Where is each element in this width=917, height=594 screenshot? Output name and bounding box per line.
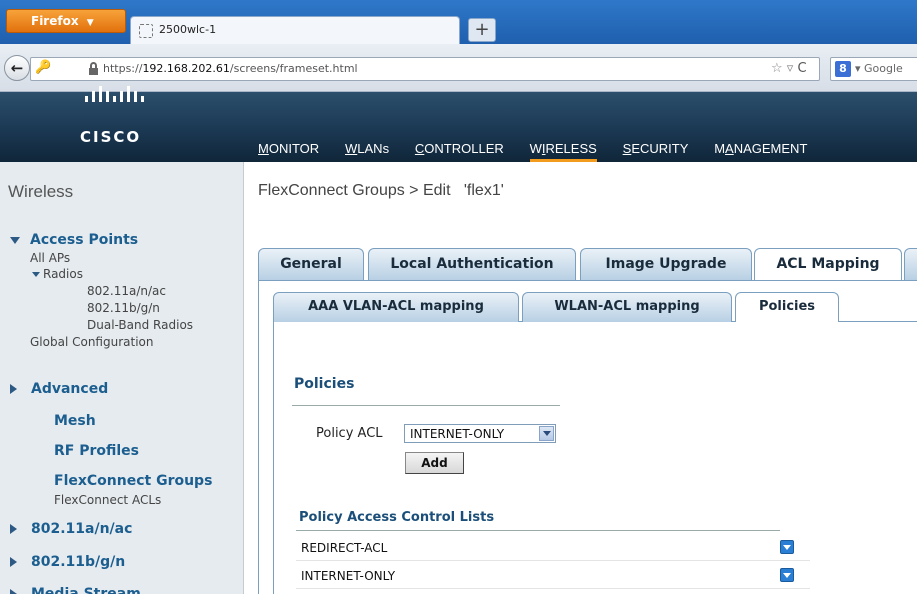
url-bar[interactable]: 🔑 https://192.168.202.61/screens/framese… xyxy=(30,57,820,81)
chevron-down-icon: ▼ xyxy=(86,18,94,28)
site-identity-icon[interactable]: 🔑 xyxy=(35,60,51,75)
sidebar-item-all-aps[interactable]: All APs xyxy=(30,251,70,265)
expand-right-icon xyxy=(10,589,17,594)
search-placeholder: Google xyxy=(864,62,903,75)
cisco-header: CISCO MONITOR WLANs CONTROLLER WIRELESS … xyxy=(0,86,917,162)
page-favicon-icon xyxy=(139,24,153,38)
sidebar-item-radio-80211bgn[interactable]: 802.11b/g/n xyxy=(87,301,160,315)
nav-controller[interactable]: CONTROLLER xyxy=(415,140,504,162)
browser-tab[interactable]: 2500wlc-1 xyxy=(130,16,460,44)
sidebar-item-advanced[interactable]: Advanced xyxy=(10,381,108,397)
sidebar-item-80211anac[interactable]: 802.11a/n/ac xyxy=(10,521,132,537)
policy-acl-selected-value: INTERNET-ONLY xyxy=(410,427,505,441)
search-engine-label: ▾ Google xyxy=(855,62,903,75)
acl-name: INTERNET-ONLY xyxy=(301,569,396,583)
firefox-menu-label: Firefox xyxy=(31,14,79,28)
reload-icon[interactable]: C xyxy=(797,61,806,76)
expand-right-icon xyxy=(10,384,17,394)
nav-security[interactable]: SECURITY xyxy=(623,140,689,162)
arrow-left-icon: ← xyxy=(10,59,24,77)
policy-acl-label: Policy ACL xyxy=(316,426,383,441)
sidebar-item-global-configuration[interactable]: Global Configuration xyxy=(30,335,153,349)
nav-wlans[interactable]: WLANs xyxy=(345,140,389,162)
url-host: 192.168.202.61 xyxy=(142,62,230,75)
search-box[interactable]: 8 ▾ Google xyxy=(830,57,917,81)
nav-wireless[interactable]: WIRELESS xyxy=(529,140,597,162)
sidebar-item-mesh[interactable]: Mesh xyxy=(54,413,96,429)
url-prefix: https:// xyxy=(103,62,143,75)
new-tab-button[interactable]: + xyxy=(468,18,496,42)
url-text[interactable]: https://192.168.202.61/screens/frameset.… xyxy=(103,62,358,75)
tab-acl-mapping[interactable]: ACL Mapping xyxy=(754,248,902,280)
bookmark-star-icon[interactable]: ☆ xyxy=(771,61,783,76)
expand-right-icon xyxy=(10,557,17,567)
sidebar-title: Wireless xyxy=(8,182,74,201)
sidebar-item-80211bgn[interactable]: 802.11b/g/n xyxy=(10,554,125,570)
browser-navigation-bar: ← 🔑 https://192.168.202.61/screens/frame… xyxy=(0,44,917,92)
sidebar-item-dual-band-radios[interactable]: Dual-Band Radios xyxy=(87,318,193,332)
subtab-aaa-vlan-acl-mapping[interactable]: AAA VLAN-ACL mapping xyxy=(273,292,519,322)
browser-tab-strip: Firefox ▼ 2500wlc-1 + xyxy=(0,0,917,44)
tab-image-upgrade[interactable]: Image Upgrade xyxy=(580,248,752,280)
tab-general[interactable]: General xyxy=(258,248,364,280)
sidebar-item-rf-profiles[interactable]: RF Profiles xyxy=(54,443,139,459)
table-row: INTERNET-ONLY xyxy=(296,561,810,589)
policy-acl-list-title: Policy Access Control Lists xyxy=(299,510,495,525)
sidebar-item-flexconnect-acls[interactable]: FlexConnect ACLs xyxy=(54,493,161,507)
sidebar-item-flexconnect-groups[interactable]: FlexConnect Groups xyxy=(54,473,212,489)
expand-right-icon xyxy=(10,524,17,534)
sub-tabs: AAA VLAN-ACL mapping WLAN-ACL mapping Po… xyxy=(273,292,917,322)
policy-acl-select[interactable]: INTERNET-ONLY xyxy=(404,424,556,443)
firefox-menu-button[interactable]: Firefox ▼ xyxy=(6,9,126,33)
add-button[interactable]: Add xyxy=(405,452,464,474)
google-icon[interactable]: 8 xyxy=(835,61,851,77)
lock-icon xyxy=(89,62,98,75)
main-tabs: General Local Authentication Image Upgra… xyxy=(258,248,917,280)
expand-down-icon xyxy=(32,272,40,277)
sidebar-item-access-points[interactable]: Access Points xyxy=(10,232,138,248)
sidebar: Wireless Access Points All APs Radios 80… xyxy=(0,162,244,594)
sidebar-item-media-stream[interactable]: Media Stream xyxy=(10,586,141,594)
subtab-policies[interactable]: Policies xyxy=(735,292,839,322)
expand-down-icon xyxy=(10,236,20,244)
dropdown-arrow-icon[interactable]: ▿ xyxy=(787,61,794,76)
top-navigation: MONITOR WLANs CONTROLLER WIRELESS SECURI… xyxy=(250,140,821,162)
sidebar-item-radios[interactable]: Radios xyxy=(32,267,83,281)
nav-management[interactable]: MANAGEMENT xyxy=(714,140,807,162)
list-divider xyxy=(296,530,780,531)
section-divider xyxy=(292,405,560,406)
tab-local-authentication[interactable]: Local Authentication xyxy=(368,248,576,280)
subtab-wlan-acl-mapping[interactable]: WLAN-ACL mapping xyxy=(522,292,732,322)
policies-section-title: Policies xyxy=(294,376,355,392)
cisco-logo-text: CISCO xyxy=(80,128,142,146)
row-dropdown-icon[interactable] xyxy=(780,540,794,554)
tab-more[interactable] xyxy=(904,248,917,280)
plus-icon: + xyxy=(474,19,490,40)
browser-tab-title: 2500wlc-1 xyxy=(159,23,217,36)
page-title: FlexConnect Groups > Edit 'flex1' xyxy=(258,182,504,199)
url-path: /screens/frameset.html xyxy=(229,62,358,75)
row-dropdown-icon[interactable] xyxy=(780,568,794,582)
table-row: REDIRECT-ACL xyxy=(296,533,810,561)
chevron-down-icon[interactable] xyxy=(539,426,554,441)
acl-name: REDIRECT-ACL xyxy=(301,541,388,555)
nav-monitor[interactable]: MONITOR xyxy=(258,140,319,162)
back-button[interactable]: ← xyxy=(4,55,30,81)
sidebar-item-radio-80211anac[interactable]: 802.11a/n/ac xyxy=(87,284,166,298)
